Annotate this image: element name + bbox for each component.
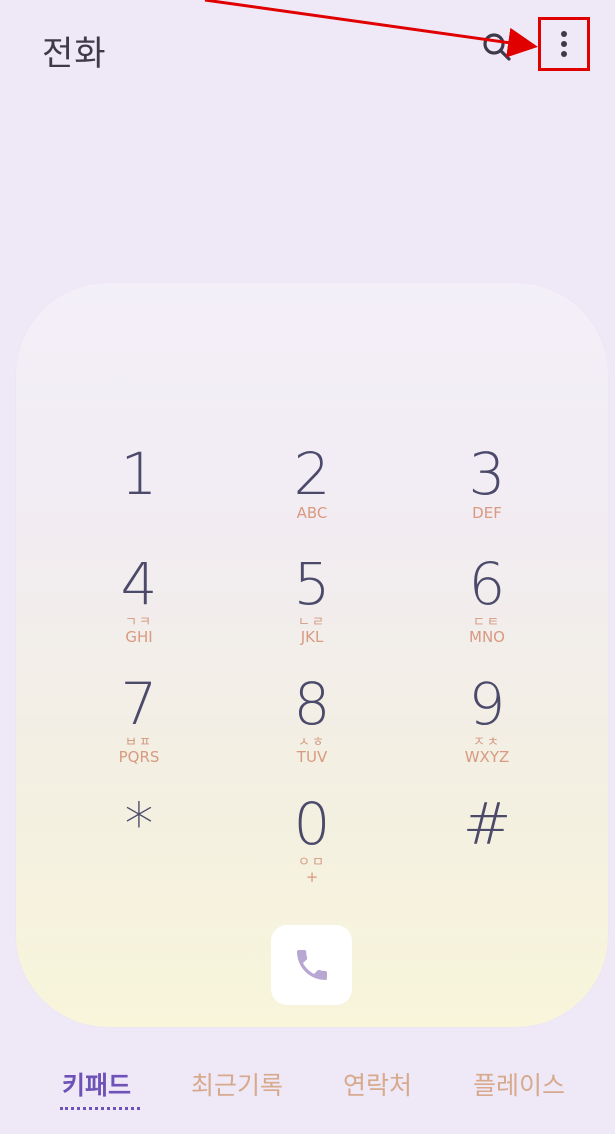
- key-letters: +: [305, 868, 319, 886]
- key-hash[interactable]: #: [417, 793, 557, 903]
- key-letters: JKL: [300, 628, 324, 646]
- page-title: 전화: [42, 34, 107, 74]
- key-digit: 4: [120, 550, 158, 618]
- more-options-button[interactable]: [538, 17, 590, 71]
- key-letters: ABC: [296, 504, 328, 522]
- key-digit: 0: [293, 790, 331, 858]
- key-digit: *: [124, 790, 154, 858]
- key-4[interactable]: 4 ㄱㅋ GHI: [69, 553, 209, 663]
- more-options-icon: [561, 31, 567, 57]
- key-2[interactable]: 2 ABC: [242, 443, 382, 553]
- key-digit: 1: [120, 440, 158, 508]
- key-letters: PQRS: [118, 748, 160, 766]
- key-digit: 2: [293, 440, 331, 508]
- key-letters: TUV: [296, 748, 328, 766]
- phone-icon: [296, 950, 327, 980]
- key-letters: GHI: [125, 628, 153, 646]
- key-digit: 5: [293, 550, 331, 618]
- key-digit: 3: [468, 440, 506, 508]
- key-digit: 7: [120, 670, 158, 738]
- tab-keypad[interactable]: 키패드: [62, 1066, 131, 1102]
- search-button[interactable]: [478, 30, 516, 64]
- key-star[interactable]: *: [69, 793, 209, 903]
- tab-places[interactable]: 플레이스: [473, 1066, 565, 1102]
- active-tab-indicator: [60, 1107, 140, 1110]
- tab-contacts[interactable]: 연락처: [343, 1066, 412, 1102]
- key-7[interactable]: 7 ㅂㅍ PQRS: [69, 673, 209, 783]
- key-5[interactable]: 5 ㄴㄹ JKL: [242, 553, 382, 663]
- key-0[interactable]: 0 ㅇㅁ +: [242, 793, 382, 903]
- key-digit: 6: [468, 550, 506, 618]
- search-icon: [483, 33, 511, 61]
- key-digit: 9: [468, 670, 506, 738]
- key-6[interactable]: 6 ㄷㅌ MNO: [417, 553, 557, 663]
- key-digit: 8: [293, 670, 331, 738]
- key-9[interactable]: 9 ㅈㅊ WXYZ: [417, 673, 557, 783]
- call-button[interactable]: [271, 925, 352, 1005]
- key-letters: WXYZ: [464, 748, 510, 766]
- key-8[interactable]: 8 ㅅㅎ TUV: [242, 673, 382, 783]
- key-1[interactable]: 1: [69, 443, 209, 553]
- key-digit: #: [462, 790, 512, 858]
- key-letters: MNO: [469, 628, 505, 646]
- tab-recents[interactable]: 최근기록: [191, 1066, 283, 1102]
- key-3[interactable]: 3 DEF: [417, 443, 557, 553]
- key-letters: DEF: [472, 504, 502, 522]
